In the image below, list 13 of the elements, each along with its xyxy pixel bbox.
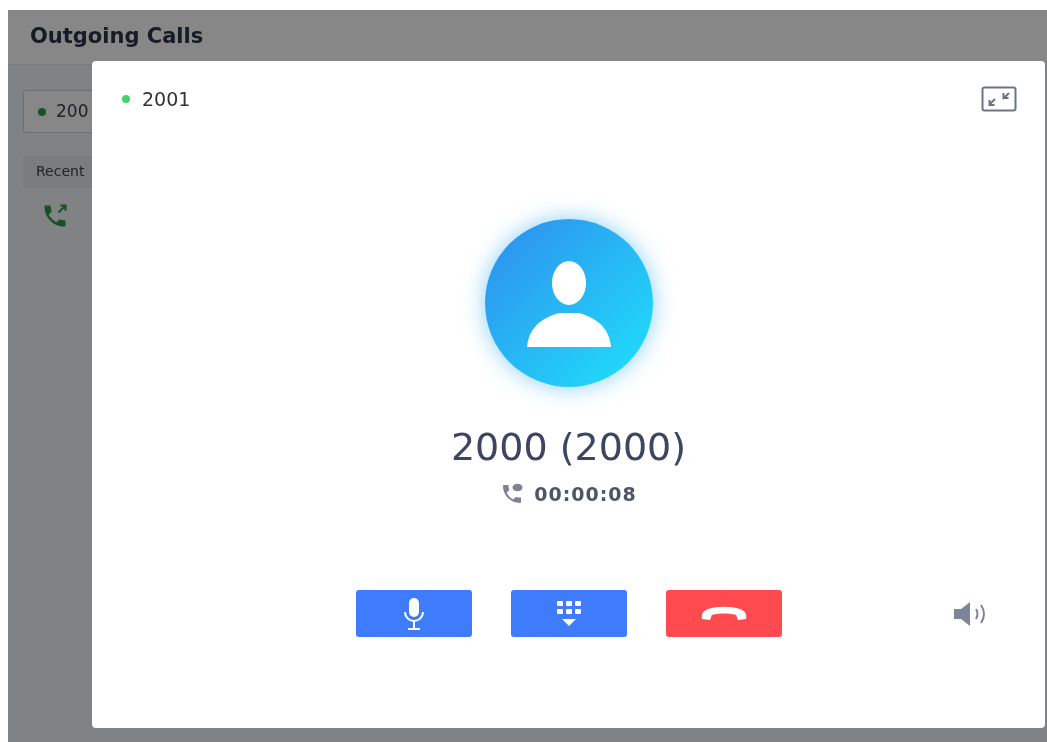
page-title: Outgoing Calls <box>30 23 204 51</box>
hang-up-button[interactable] <box>666 590 782 637</box>
microphone-button[interactable] <box>356 590 472 637</box>
dialpad-icon <box>556 599 582 628</box>
caller-name: 2000 (2000) <box>450 423 687 471</box>
dialpad-button[interactable] <box>511 590 627 637</box>
account-label: 2001 <box>142 87 191 112</box>
phone-icon <box>500 481 525 506</box>
microphone-icon <box>402 596 426 631</box>
minimize-icon[interactable] <box>981 86 1017 113</box>
account-label: 200 <box>56 99 89 123</box>
hang-up-icon <box>700 605 748 622</box>
call-duration: 00:00:08 <box>534 481 637 507</box>
